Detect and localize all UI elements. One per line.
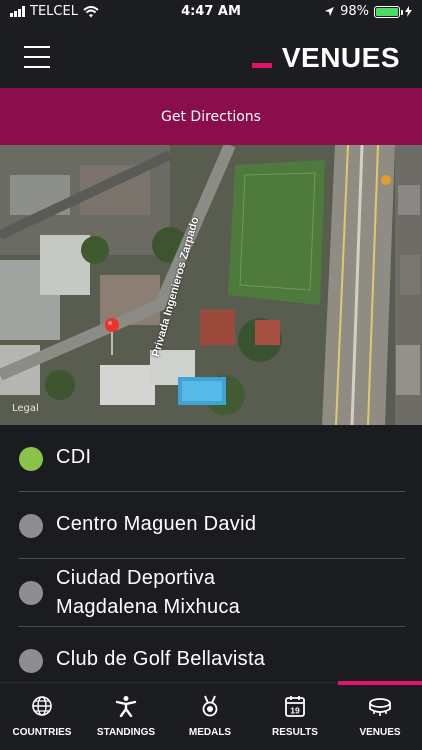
venue-item-centro-maguen-david[interactable]: Centro Maguen David <box>0 492 422 558</box>
venue-status-dot <box>19 514 43 538</box>
battery-icon <box>374 5 403 18</box>
tab-results[interactable]: 19 RESULTS <box>253 683 337 750</box>
tab-label: COUNTRIES <box>12 727 72 738</box>
charging-bolt-icon <box>405 6 412 17</box>
venue-status-dot <box>19 581 43 605</box>
map-imagery <box>0 145 422 425</box>
title-group: VENUES <box>251 42 400 74</box>
tab-label: STANDINGS <box>96 727 156 738</box>
venue-name: Ciudad Deportiva Magdalena Mixhuca <box>56 567 241 618</box>
satellite-map[interactable]: Privada Ingenieros Zarpado Legal <box>0 145 422 425</box>
stadium-icon <box>369 698 391 716</box>
tab-medals[interactable]: MEDALS <box>168 683 252 750</box>
athlete-icon <box>115 696 137 717</box>
status-bar: TELCEL 4:47 AM 98% <box>0 0 422 24</box>
tab-label: MEDALS <box>188 727 232 738</box>
tab-countries[interactable]: COUNTRIES <box>0 683 84 750</box>
medal-icon <box>202 695 218 717</box>
venue-list: CDI Centro Maguen David Ciudad Deportiva… <box>0 425 422 683</box>
app-header: VENUES <box>0 24 422 88</box>
venue-name: CDI <box>56 446 92 468</box>
venue-item-club-de-golf-bellavista[interactable]: Club de Golf Bellavista <box>0 627 422 683</box>
map-legal-link[interactable]: Legal <box>12 403 39 414</box>
bottom-tab-bar: COUNTRIES STANDINGS MEDALS 19 RESULTS VE… <box>0 681 422 750</box>
tab-standings[interactable]: STANDINGS <box>84 683 168 750</box>
tab-label: VENUES <box>359 727 401 738</box>
venue-name: Centro Maguen David <box>56 513 257 535</box>
venue-item-cdi[interactable]: CDI <box>0 425 422 491</box>
title-accent-bar <box>251 62 272 68</box>
venue-item-ciudad-deportiva[interactable]: Ciudad Deportiva Magdalena Mixhuca <box>0 559 422 626</box>
venue-status-dot <box>19 649 43 673</box>
hamburger-menu-icon[interactable] <box>24 46 50 68</box>
tab-venues[interactable]: VENUES <box>338 683 422 750</box>
tab-label: RESULTS <box>272 727 318 738</box>
map-pin-icon[interactable] <box>104 317 120 357</box>
venue-name: Club de Golf Bellavista <box>56 648 266 670</box>
status-right: 98% <box>324 4 412 19</box>
venue-status-dot <box>19 447 43 471</box>
get-directions-button[interactable]: Get Directions <box>0 88 422 145</box>
battery-percent: 98% <box>340 4 369 19</box>
get-directions-label: Get Directions <box>161 108 261 125</box>
location-arrow-icon <box>325 7 335 16</box>
calendar-icon: 19 <box>285 696 305 717</box>
globe-icon <box>32 696 52 716</box>
svg-text:19: 19 <box>290 706 300 716</box>
page-title: VENUES <box>281 42 400 73</box>
